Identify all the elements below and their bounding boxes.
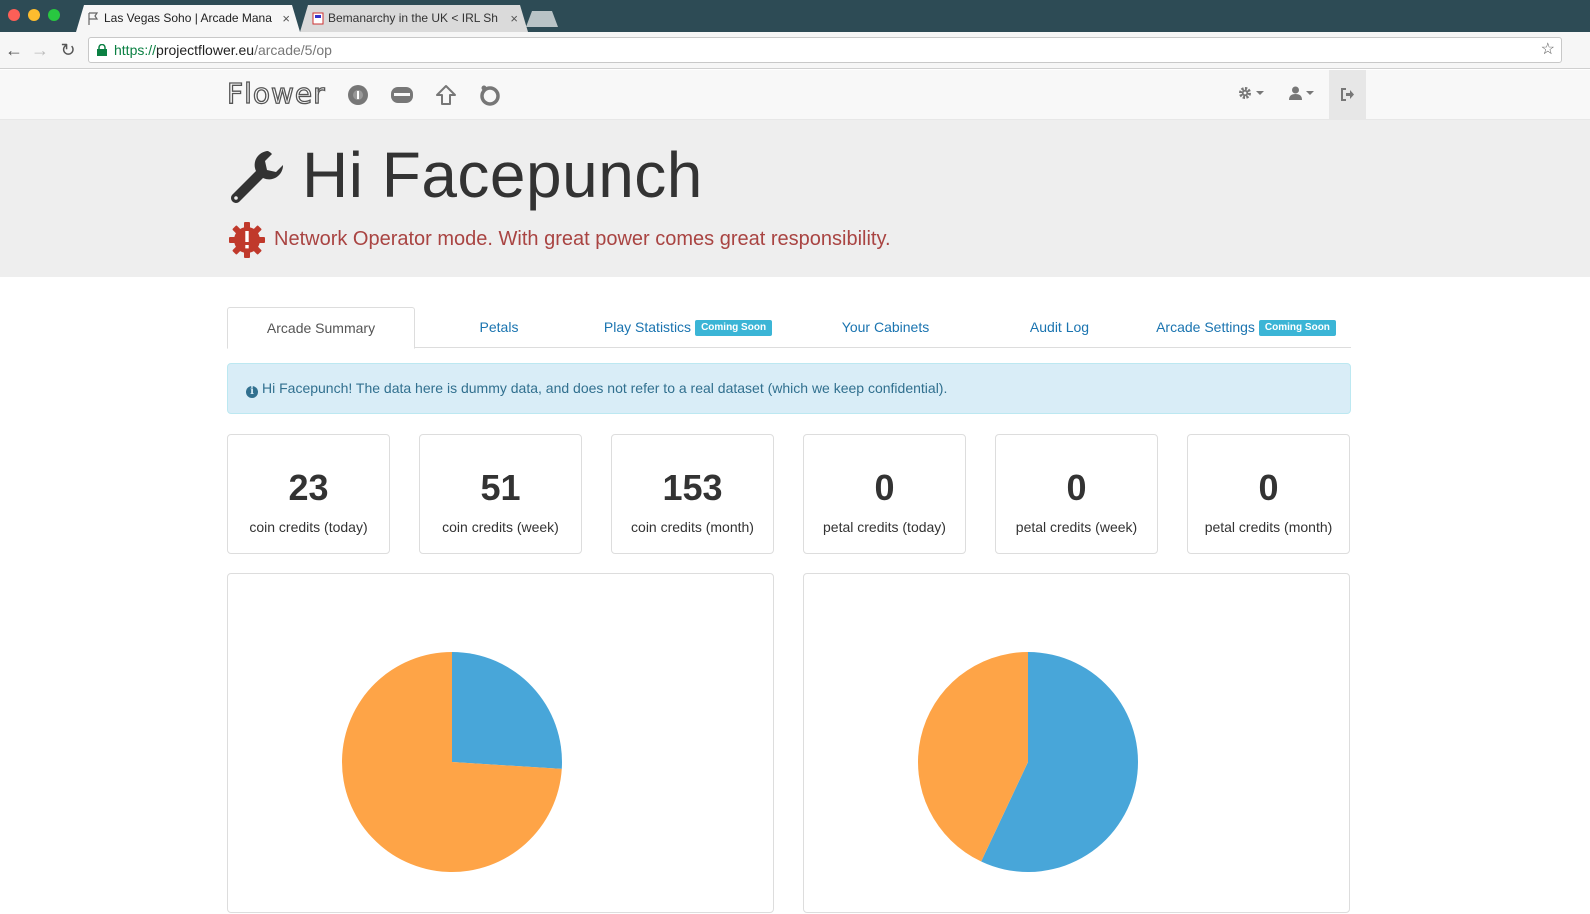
stat-value: 0 (874, 467, 895, 508)
stat-value: 0 (1258, 467, 1279, 508)
stat-label: petal credits (today) (823, 519, 946, 535)
pie-slice[interactable] (452, 652, 562, 769)
bookmark-star-icon[interactable]: ☆ (1541, 38, 1555, 62)
url-path: /arcade/5/op (254, 42, 332, 58)
tab-label: Your Cabinets (841, 319, 930, 335)
reload-icon[interactable]: ↻ (58, 40, 78, 60)
chart-panel (227, 573, 774, 913)
stat-label: petal credits (month) (1204, 519, 1333, 535)
tab-label: Arcade Summary (266, 320, 376, 336)
stat-value: 23 (288, 467, 329, 508)
info-alert: i Hi Facepunch! The data here is dummy da… (227, 363, 1351, 414)
stat-label: coin credits (today) (249, 519, 368, 535)
chevron-down-icon (1306, 91, 1314, 96)
chart-panel (803, 573, 1350, 913)
address-bar: ← → ↻ https://projectflower.eu/arcade/5/… (0, 32, 1590, 69)
browser-tab-active[interactable]: Las Vegas Soho | Arcade Mana × (76, 5, 300, 32)
stat-label: coin credits (week) (442, 519, 559, 535)
tab-title: Bemanarchy in the UK < IRL Sh (328, 11, 498, 25)
stat-card: 0 petal credits (month) (1187, 434, 1350, 554)
stat-card: 153 coin credits (month) (611, 434, 774, 554)
alert-text: Hi Facepunch! The data here is dummy dat… (262, 380, 948, 396)
stat-value: 51 (480, 467, 521, 508)
tab-close-icon[interactable]: × (282, 5, 290, 32)
operator-jumbotron: Hi Facepunch Network Operator mode. With… (0, 120, 1590, 277)
stat-card: 51 coin credits (week) (419, 434, 582, 554)
flower-logo[interactable]: Flower (226, 76, 326, 110)
ring-icon[interactable] (479, 84, 501, 106)
wrench-icon (231, 151, 284, 203)
url-protocol: https:// (114, 42, 157, 58)
gear-icon (1239, 87, 1251, 100)
logout-icon (1341, 88, 1354, 101)
coming-soon-badge: Coming Soon (1258, 320, 1336, 337)
flag-icon (88, 12, 100, 25)
info-icon: i (246, 386, 258, 398)
tab-arcade-settings[interactable]: Arcade Settings Coming Soon (1141, 307, 1351, 348)
browser-tab[interactable]: Bemanarchy in the UK < IRL Sh × (300, 5, 528, 32)
pie-chart (342, 652, 562, 872)
tab-close-icon[interactable]: × (510, 5, 518, 32)
pie-chart (918, 652, 1138, 872)
stat-value: 153 (662, 467, 723, 508)
stat-label: petal credits (week) (1015, 519, 1138, 535)
maximize-window-button[interactable] (48, 9, 60, 21)
arcade-tabs: Arcade Summary Petals Play Statistics Com… (227, 307, 1351, 349)
tab-your-cabinets[interactable]: Your Cabinets (793, 307, 978, 348)
tab-audit-log[interactable]: Audit Log (978, 307, 1141, 348)
stat-label: coin credits (month) (631, 519, 754, 535)
tab-label: Arcade Settings (1156, 319, 1255, 335)
url-input[interactable]: https://projectflower.eu/arcade/5/op ☆ (88, 37, 1562, 63)
tab-label: Play Statistics (603, 319, 692, 335)
stat-card: 23 coin credits (today) (227, 434, 390, 554)
url-host: projectflower.eu (156, 42, 255, 58)
user-icon (1289, 86, 1302, 101)
new-tab-button[interactable] (526, 11, 558, 27)
minimize-window-button[interactable] (28, 9, 40, 21)
user-dropdown[interactable] (1289, 84, 1314, 106)
stat-card: 0 petal credits (today) (803, 434, 966, 554)
chevron-down-icon (1256, 91, 1264, 96)
coming-soon-badge: Coming Soon (695, 320, 773, 337)
operator-warning-text: Network Operator mode. With great power … (274, 228, 891, 250)
page-title: Hi Facepunch (302, 139, 703, 211)
upload-icon[interactable] (435, 84, 457, 106)
coin-icon[interactable] (347, 84, 369, 106)
tab-label: Petals (479, 319, 519, 335)
warning-gear-icon (229, 222, 265, 258)
site-favicon-icon (312, 12, 324, 25)
tab-play-statistics[interactable]: Play Statistics Coming Soon (583, 307, 793, 348)
stat-value: 0 (1066, 467, 1087, 508)
back-icon[interactable]: ← (4, 40, 24, 60)
lock-icon (97, 44, 107, 56)
tab-arcade-summary[interactable]: Arcade Summary (227, 307, 415, 349)
close-window-button[interactable] (8, 9, 20, 21)
tab-label: Audit Log (1029, 319, 1090, 335)
tab-title: Las Vegas Soho | Arcade Mana (104, 11, 272, 25)
forward-icon[interactable]: → (30, 40, 50, 60)
tab-petals[interactable]: Petals (415, 307, 583, 348)
logout-button[interactable] (1329, 70, 1366, 119)
settings-dropdown[interactable] (1238, 84, 1264, 106)
stat-card: 0 petal credits (week) (995, 434, 1158, 554)
app-navbar: Flower (0, 70, 1590, 120)
browser-tab-bar: Las Vegas Soho | Arcade Mana × Bemanarch… (0, 0, 1590, 32)
cabinet-icon[interactable] (390, 84, 414, 106)
